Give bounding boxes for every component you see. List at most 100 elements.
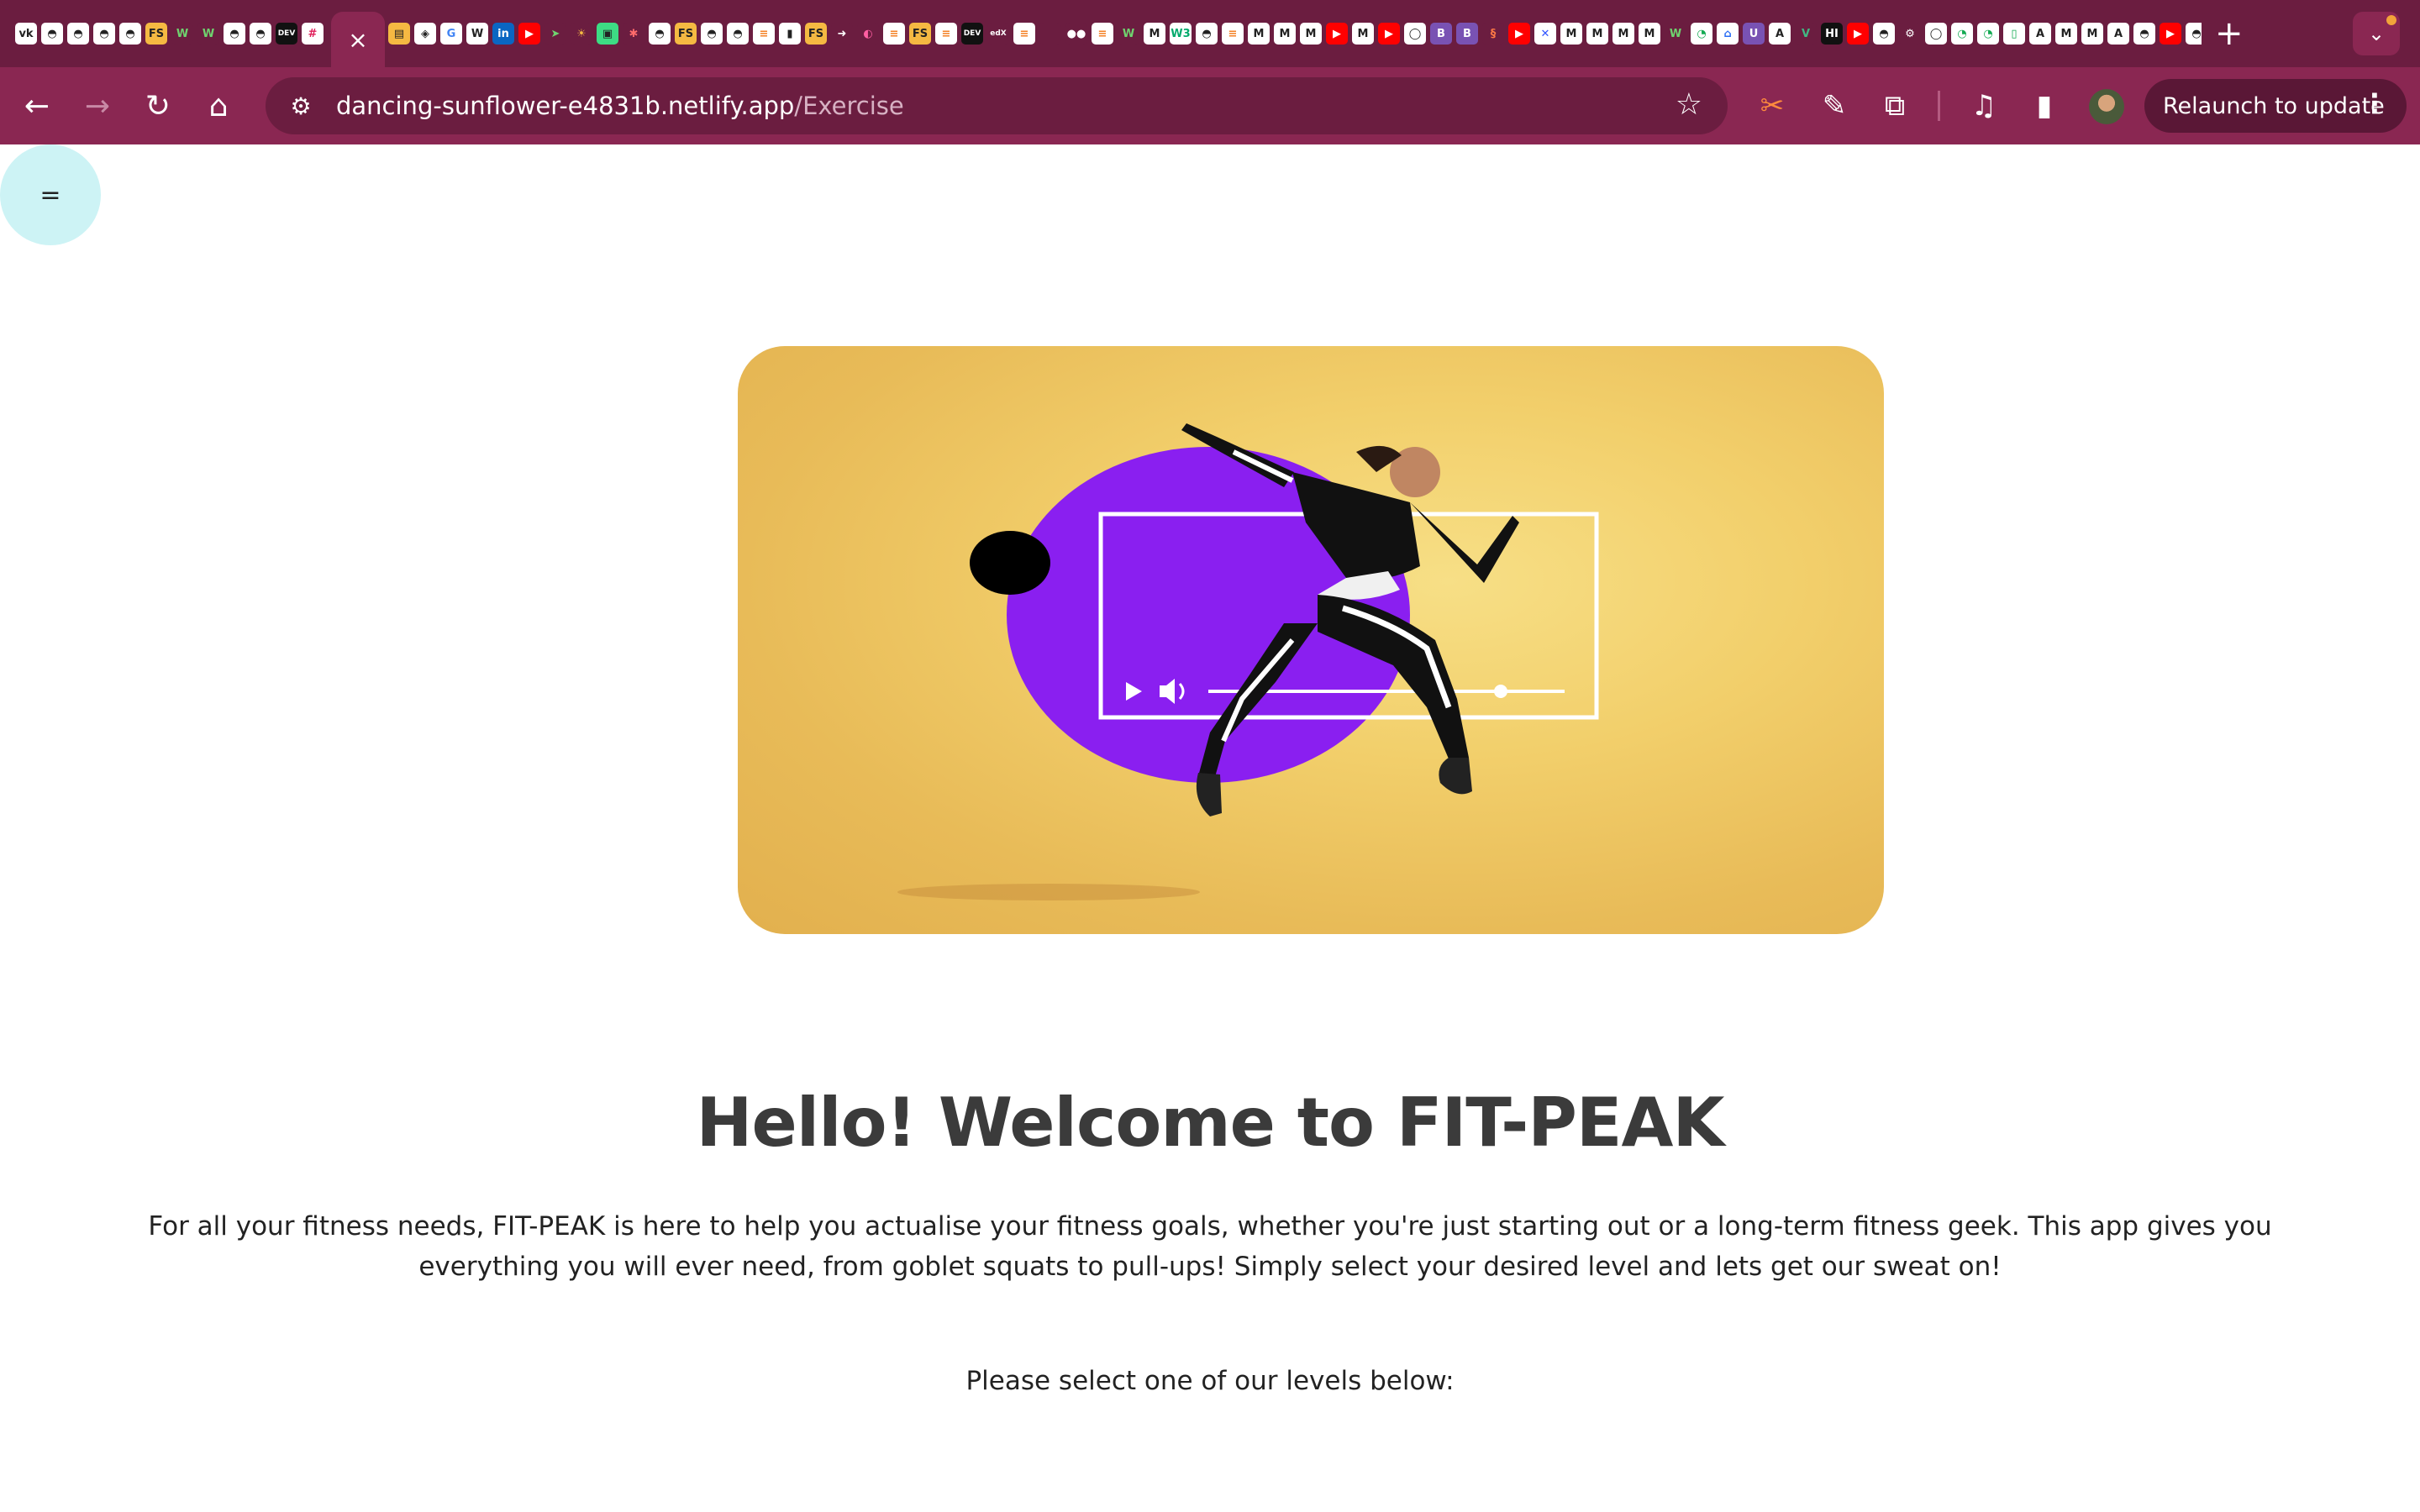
vercel-icon[interactable]: A: [1769, 23, 1791, 45]
webflow-icon[interactable]: W: [1665, 23, 1686, 45]
medium-icon[interactable]: M: [1144, 23, 1165, 45]
house-icon[interactable]: ⌂: [1717, 23, 1739, 45]
tools-icon[interactable]: ✕: [1534, 23, 1556, 45]
webflow-icon[interactable]: W: [197, 23, 219, 45]
medium-icon[interactable]: M: [1300, 23, 1322, 45]
freesound-icon[interactable]: FS: [909, 23, 931, 45]
send-icon[interactable]: ➤: [544, 23, 566, 45]
edx-icon[interactable]: edX: [987, 23, 1009, 45]
webflow-icon[interactable]: W: [1118, 23, 1139, 45]
freesound-icon[interactable]: FS: [675, 23, 697, 45]
page-icon[interactable]: ▯: [2003, 23, 2025, 45]
youtube-icon[interactable]: ▶: [1326, 23, 1348, 45]
google-icon[interactable]: G: [440, 23, 462, 45]
github-icon[interactable]: ◓: [649, 23, 671, 45]
new-tab-button[interactable]: +: [2215, 17, 2244, 50]
stack-icon[interactable]: ≡: [1222, 23, 1244, 45]
puzzle-extensions-icon[interactable]: ⧉: [1865, 67, 1924, 144]
bootstrap-icon[interactable]: B: [1430, 23, 1452, 45]
medium-icon[interactable]: M: [2055, 23, 2077, 45]
stack-icon[interactable]: ≡: [935, 23, 957, 45]
site-info-icon[interactable]: ⚙: [266, 92, 336, 120]
stack-icon[interactable]: ≡: [1092, 23, 1113, 45]
extension-icon[interactable]: ✂: [1743, 67, 1802, 144]
relaunch-button[interactable]: Relaunch to update ⋮: [2144, 79, 2407, 133]
leaf-icon[interactable]: ◔: [1977, 23, 1999, 45]
vercel-icon[interactable]: A: [2029, 23, 2051, 45]
medium-icon[interactable]: M: [1639, 23, 1660, 45]
github-icon[interactable]: ◓: [727, 23, 749, 45]
profile-avatar[interactable]: [2089, 89, 2124, 124]
bootstrap-icon[interactable]: B: [1456, 23, 1478, 45]
stack-icon[interactable]: ≡: [753, 23, 775, 45]
github-icon[interactable]: ◓: [67, 23, 89, 45]
medium-icon[interactable]: ●●: [1065, 23, 1087, 45]
apple-icon[interactable]: [1039, 23, 1061, 45]
vk-icon[interactable]: vk: [15, 23, 37, 45]
star-icon[interactable]: ✱: [623, 23, 644, 45]
hi-icon[interactable]: HI: [1821, 23, 1843, 45]
medium-icon[interactable]: M: [2081, 23, 2103, 45]
webflow-icon[interactable]: W: [171, 23, 193, 45]
medium-icon[interactable]: M: [1586, 23, 1608, 45]
dev-icon[interactable]: DEV: [961, 23, 983, 45]
codecademy-icon[interactable]: ◯: [1404, 23, 1426, 45]
arrow-icon[interactable]: ➜: [831, 23, 853, 45]
freesound-icon[interactable]: FS: [145, 23, 167, 45]
youtube-icon[interactable]: ▶: [1508, 23, 1530, 45]
side-panel-icon[interactable]: ▮: [2015, 67, 2074, 144]
close-icon[interactable]: ×: [348, 26, 367, 54]
forward-button[interactable]: →: [67, 67, 128, 144]
mongodb-icon[interactable]: ◔: [1691, 23, 1712, 45]
github-icon[interactable]: ◓: [93, 23, 115, 45]
slack-icon[interactable]: #: [302, 23, 324, 45]
wikipedia-icon[interactable]: W: [466, 23, 488, 45]
freesound-icon[interactable]: FS: [805, 23, 827, 45]
medium-icon[interactable]: M: [1248, 23, 1270, 45]
openai-icon[interactable]: ⚙: [1899, 23, 1921, 45]
github-icon[interactable]: ◓: [224, 23, 245, 45]
linkedin-icon[interactable]: in: [492, 23, 514, 45]
github-icon[interactable]: ◓: [701, 23, 723, 45]
youtube-icon[interactable]: ▶: [2160, 23, 2181, 45]
github-icon[interactable]: ◓: [119, 23, 141, 45]
media-control-icon[interactable]: ♫: [1954, 67, 2013, 144]
tab-search-button[interactable]: ⌄: [2353, 12, 2400, 55]
active-tab[interactable]: ×: [331, 12, 385, 67]
bookmark-icon[interactable]: ▤: [388, 23, 410, 45]
reload-button[interactable]: ↻: [128, 67, 188, 144]
bottle-icon[interactable]: ▮: [779, 23, 801, 45]
sun-icon[interactable]: ☀: [571, 23, 592, 45]
medium-icon[interactable]: M: [1274, 23, 1296, 45]
home-button[interactable]: ⌂: [188, 67, 249, 144]
circle-icon[interactable]: ◯: [1925, 23, 1947, 45]
figma-icon[interactable]: ◐: [857, 23, 879, 45]
youtube-icon[interactable]: ▶: [1847, 23, 1869, 45]
menu-toggle-button[interactable]: =: [0, 144, 101, 245]
shield-icon[interactable]: U: [1743, 23, 1765, 45]
w3schools-icon[interactable]: W3: [1170, 23, 1192, 45]
eyedropper-icon[interactable]: ✎: [1805, 67, 1864, 144]
codepen-icon[interactable]: ◈: [414, 23, 436, 45]
stack-icon[interactable]: ≡: [1013, 23, 1035, 45]
medium-icon[interactable]: M: [1612, 23, 1634, 45]
github-icon[interactable]: ◓: [2133, 23, 2155, 45]
url-text[interactable]: dancing-sunflower-e4831b.netlify.app/Exe…: [336, 92, 904, 120]
github-icon[interactable]: ◓: [1873, 23, 1895, 45]
github-icon[interactable]: ◓: [250, 23, 271, 45]
youtube-icon[interactable]: ▶: [518, 23, 540, 45]
youtube-icon[interactable]: ▶: [1378, 23, 1400, 45]
stack-icon[interactable]: ≡: [883, 23, 905, 45]
leaf-icon[interactable]: ◔: [1951, 23, 1973, 45]
back-button[interactable]: ←: [7, 67, 67, 144]
github-icon[interactable]: ◓: [41, 23, 63, 45]
dev-icon[interactable]: DEV: [276, 23, 297, 45]
vue-icon[interactable]: V: [1795, 23, 1817, 45]
medium-icon[interactable]: M: [1560, 23, 1582, 45]
github-icon[interactable]: ◓: [2186, 23, 2202, 45]
kebab-menu-icon[interactable]: ⋮: [2361, 87, 2388, 119]
bookmark-star-icon[interactable]: ☆: [1676, 87, 1702, 122]
swirl-icon[interactable]: §: [1482, 23, 1504, 45]
address-bar[interactable]: ⚙ dancing-sunflower-e4831b.netlify.app/E…: [266, 77, 1728, 134]
android-icon[interactable]: ▣: [597, 23, 618, 45]
